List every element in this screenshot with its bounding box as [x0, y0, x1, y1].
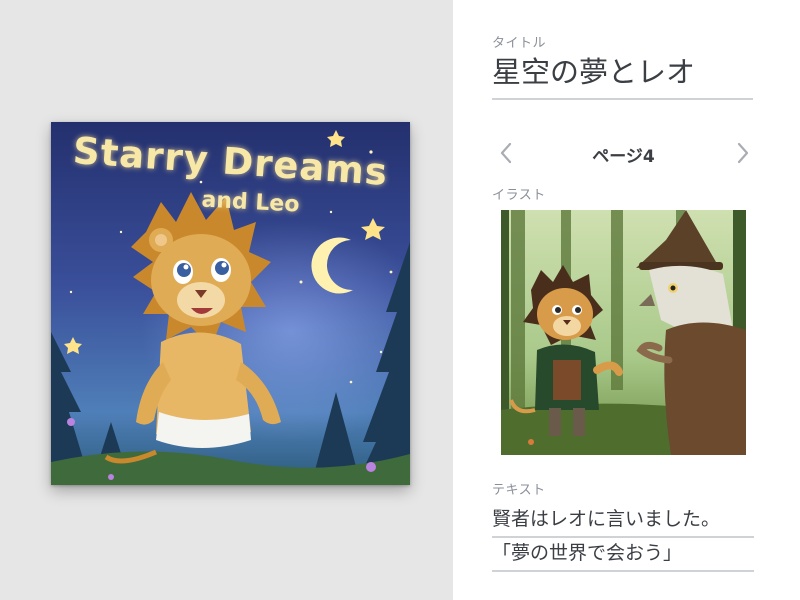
page-editor-panel: タイトル 星空の夢とレオ ページ4 イラスト テキスト 賢者はレオに言いました。…: [453, 0, 800, 600]
title-label: タイトル: [492, 36, 547, 51]
page-number-label: ページ4: [592, 147, 655, 167]
page-text-line-1[interactable]: 賢者はレオに言いました。: [492, 504, 754, 538]
text-label: テキスト: [492, 483, 546, 498]
title-input[interactable]: 星空の夢とレオ: [492, 52, 753, 100]
cover-preview-panel: Starry Dreams and Leo: [0, 0, 453, 600]
chevron-right-icon: [737, 142, 749, 164]
page-navigator: ページ4: [492, 138, 755, 168]
book-cover: Starry Dreams and Leo: [51, 122, 410, 485]
next-page-button[interactable]: [731, 138, 755, 168]
illustration-label: イラスト: [492, 188, 546, 203]
page-illustration[interactable]: [501, 210, 746, 455]
page-text-line-2[interactable]: 「夢の世界で会おう」: [492, 538, 754, 572]
illustration-art: [501, 210, 746, 455]
cover-title: Starry Dreams and Leo: [51, 129, 410, 218]
